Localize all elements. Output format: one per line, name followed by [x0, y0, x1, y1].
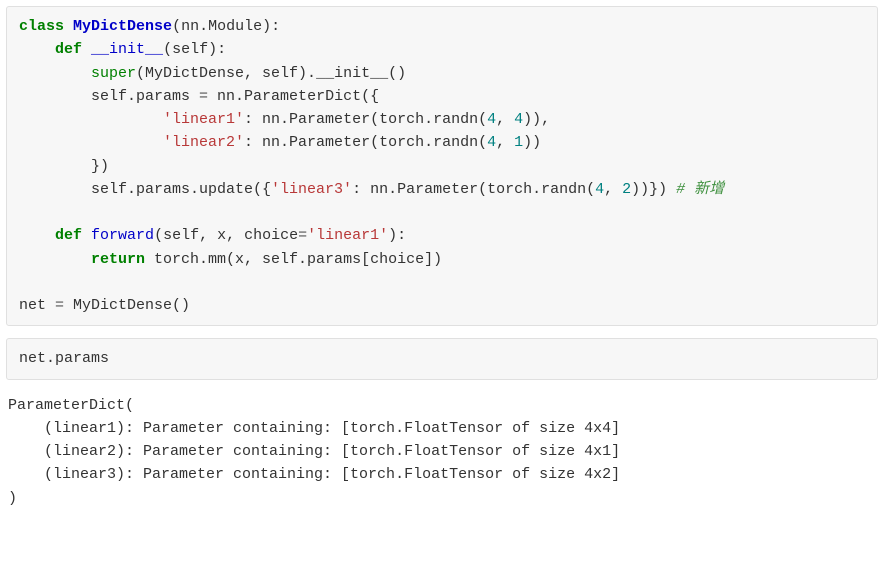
init-tail: () — [388, 65, 406, 82]
class-base: (nn.Module): — [172, 18, 280, 35]
init-sig: (self): — [163, 41, 226, 58]
comma1: , — [496, 111, 514, 128]
update-tail: ))}) — [631, 181, 676, 198]
paramdict-open: nn.ParameterDict({ — [208, 88, 379, 105]
num-4c: 4 — [487, 134, 496, 151]
forward-sig-close: ): — [388, 227, 406, 244]
forward-sig-open: (self, x, choice — [154, 227, 298, 244]
keyword-def-2: def — [55, 227, 82, 244]
method-init: __init__ — [91, 41, 163, 58]
num-1: 1 — [514, 134, 523, 151]
num-4a: 4 — [487, 111, 496, 128]
close-brace: }) — [19, 158, 109, 175]
builtin-super: super — [91, 65, 136, 82]
code-cell-1[interactable]: class MyDictDense(nn.Module): def __init… — [6, 6, 878, 326]
out-l4: (linear3): Parameter containing: [torch.… — [8, 466, 620, 483]
method-forward: forward — [91, 227, 154, 244]
update-mid: : nn.Parameter(torch.randn( — [352, 181, 595, 198]
update-head: self.params.update({ — [19, 181, 271, 198]
out-l3: (linear2): Parameter containing: [torch.… — [8, 443, 620, 460]
str-default: 'linear1' — [307, 227, 388, 244]
net-rhs: MyDictDense() — [64, 297, 190, 314]
nn-param1: : nn.Parameter(torch.randn( — [244, 111, 487, 128]
return-body: torch.mm(x, self.params[choice]) — [145, 251, 442, 268]
comment-new: # 新增 — [676, 181, 724, 198]
str-linear2: 'linear2' — [163, 134, 244, 151]
class-name: MyDictDense — [73, 18, 172, 35]
eq-op-3: = — [55, 297, 64, 314]
num-2: 2 — [622, 181, 631, 198]
close2: )) — [523, 134, 541, 151]
comma2: , — [496, 134, 514, 151]
output-cell: ParameterDict( (linear1): Parameter cont… — [6, 392, 878, 518]
nn-param2: : nn.Parameter(torch.randn( — [244, 134, 487, 151]
keyword-class: class — [19, 18, 64, 35]
code-cell-2[interactable]: net.params — [6, 338, 878, 379]
eq-op-2: = — [298, 227, 307, 244]
str-linear1: 'linear1' — [163, 111, 244, 128]
net-assign: net — [19, 297, 55, 314]
code2-line: net.params — [19, 350, 109, 367]
keyword-def: def — [55, 41, 82, 58]
out-l1: ParameterDict( — [8, 397, 134, 414]
keyword-return: return — [91, 251, 145, 268]
num-4d: 4 — [595, 181, 604, 198]
num-4b: 4 — [514, 111, 523, 128]
self-params: self.params — [19, 88, 199, 105]
comma3: , — [604, 181, 622, 198]
str-linear3: 'linear3' — [271, 181, 352, 198]
init-call: __init__ — [316, 65, 388, 82]
out-l2: (linear1): Parameter containing: [torch.… — [8, 420, 620, 437]
eq-op: = — [199, 88, 208, 105]
close1: )), — [523, 111, 550, 128]
out-l5: ) — [8, 490, 17, 507]
super-args: (MyDictDense, self). — [136, 65, 316, 82]
